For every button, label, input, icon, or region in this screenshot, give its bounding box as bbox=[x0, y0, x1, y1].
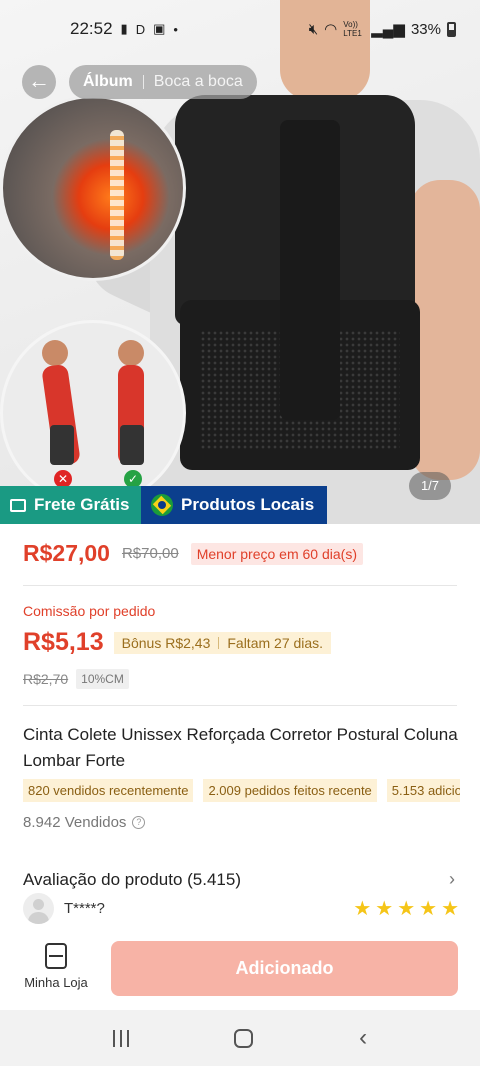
battery-label: 33% bbox=[410, 20, 441, 38]
rating-stars: ★ ★ ★ ★ ★ bbox=[353, 899, 459, 919]
divider bbox=[23, 585, 457, 586]
status-right: 🔇︎ ◠ Vo)) LTE1 ▂▄▆ 33% bbox=[309, 20, 456, 38]
star-icon: ★ bbox=[353, 897, 372, 920]
arrow-left-icon: ← bbox=[28, 68, 50, 93]
shipping-icon bbox=[10, 498, 26, 512]
badge-local-products-label: Produtos Locais bbox=[181, 495, 315, 514]
product-tags: 820 vendidos recentemente 2.009 pedidos … bbox=[23, 779, 460, 802]
tab-boca-a-boca[interactable]: Boca a boca bbox=[154, 73, 243, 91]
app-d-icon: D bbox=[135, 21, 146, 37]
image-counter: 1/7 bbox=[409, 472, 451, 500]
divider bbox=[23, 705, 457, 706]
inset-posture bbox=[0, 320, 186, 506]
posture-figure-good-legs bbox=[120, 425, 144, 465]
inset-back-pain bbox=[0, 95, 186, 281]
store-icon bbox=[45, 943, 67, 969]
help-icon[interactable]: ? bbox=[132, 816, 146, 829]
current-price: R$27,00 bbox=[23, 540, 110, 566]
original-price: R$70,00 bbox=[121, 545, 179, 562]
brazil-flag-icon bbox=[151, 494, 173, 516]
posture-figure-bad-head bbox=[42, 340, 68, 366]
tab-album[interactable]: Álbum bbox=[83, 73, 133, 91]
my-store-label: Minha Loja bbox=[24, 975, 88, 990]
commission-rate-tag: 10%CM bbox=[76, 669, 129, 689]
status-bar: 22:52 ▮ D ▣ • 🔇︎ ◠ Vo)) LTE1 ▂▄▆ 33% bbox=[0, 0, 480, 58]
reviewer-name: T****? bbox=[64, 900, 105, 917]
bonus-badge: Bônus R$2,43 Faltam 27 dias. bbox=[113, 631, 332, 654]
sold-count-label: 8.942 Vendidos bbox=[23, 814, 127, 831]
posture-figure-good-head bbox=[118, 340, 144, 366]
recent-apps-button[interactable] bbox=[112, 1029, 129, 1047]
chevron-right-icon[interactable]: › bbox=[449, 869, 455, 890]
add-button[interactable]: Adicionado bbox=[111, 941, 458, 996]
sold-count: 8.942 Vendidos ? bbox=[23, 814, 146, 831]
star-icon: ★ bbox=[375, 897, 394, 920]
battery-icon bbox=[447, 21, 456, 37]
action-bar: Minha Loja Adicionado bbox=[0, 935, 480, 1010]
chat-icon: ▮ bbox=[120, 21, 128, 36]
nav-back-button[interactable]: ‹ bbox=[359, 1026, 367, 1050]
dot-icon: • bbox=[173, 21, 178, 37]
commission-label: Comissão por pedido bbox=[23, 603, 156, 619]
network-label: Vo)) LTE1 bbox=[343, 20, 362, 38]
tag-recent-sold: 820 vendidos recentemente bbox=[23, 779, 194, 802]
price-row: R$27,00 R$70,00 Menor preço em 60 dia(s) bbox=[23, 540, 363, 567]
star-icon: ★ bbox=[419, 897, 438, 920]
review-item[interactable]: T****? ★ ★ ★ ★ ★ bbox=[23, 893, 459, 924]
inset-spine bbox=[110, 130, 124, 260]
back-button[interactable]: ← bbox=[22, 65, 56, 99]
tag-added: 5.153 adicio bbox=[386, 779, 460, 802]
bonus-remaining: Faltam 27 dias. bbox=[227, 634, 324, 651]
avatar bbox=[23, 893, 54, 924]
review-title: Avaliação do produto (5.415) bbox=[23, 869, 242, 889]
system-nav-bar: ‹ bbox=[0, 1010, 480, 1066]
my-store-button[interactable]: Minha Loja bbox=[20, 943, 92, 990]
bonus-amount: Bônus R$2,43 bbox=[121, 634, 211, 651]
app-icon: ▣ bbox=[153, 21, 166, 36]
commission-sub: R$2,70 10%CM bbox=[23, 669, 129, 689]
notification-icons: ▮ D ▣ • bbox=[121, 21, 178, 37]
signal-icon: ▂▄▆ bbox=[371, 21, 405, 38]
review-header[interactable]: Avaliação do produto (5.415) › bbox=[23, 869, 455, 890]
status-time: 22:52 bbox=[70, 19, 113, 38]
badge-free-shipping-label: Frete Grátis bbox=[34, 495, 130, 514]
wifi-icon: ◠ bbox=[324, 21, 338, 38]
posture-figure-bad-legs bbox=[50, 425, 74, 465]
star-icon: ★ bbox=[441, 897, 459, 920]
badge-free-shipping: Frete Grátis bbox=[0, 486, 141, 524]
home-button[interactable] bbox=[234, 1028, 254, 1048]
bonus-divider bbox=[218, 636, 220, 649]
shipping-badges: Frete Grátis Produtos Locais bbox=[0, 486, 327, 524]
tab-divider bbox=[142, 75, 144, 89]
commission-original: R$2,70 bbox=[23, 671, 69, 687]
commission-amount: R$5,13 bbox=[23, 628, 104, 656]
commission-row: R$5,13 Bônus R$2,43 Faltam 27 dias. bbox=[23, 628, 332, 657]
gallery-tabs: Álbum Boca a boca bbox=[69, 65, 257, 99]
badge-local-products: Produtos Locais bbox=[141, 486, 327, 524]
product-title: Cinta Colete Unissex Reforçada Corretor … bbox=[23, 725, 458, 770]
tag-recent-orders: 2.009 pedidos feitos recente bbox=[203, 779, 377, 802]
image-brace-strap bbox=[280, 120, 340, 420]
lowest-price-tag: Menor preço em 60 dia(s) bbox=[190, 542, 363, 565]
star-icon: ★ bbox=[397, 897, 416, 920]
mute-icon: 🔇︎ bbox=[308, 20, 319, 38]
image-arm-right bbox=[410, 180, 480, 480]
